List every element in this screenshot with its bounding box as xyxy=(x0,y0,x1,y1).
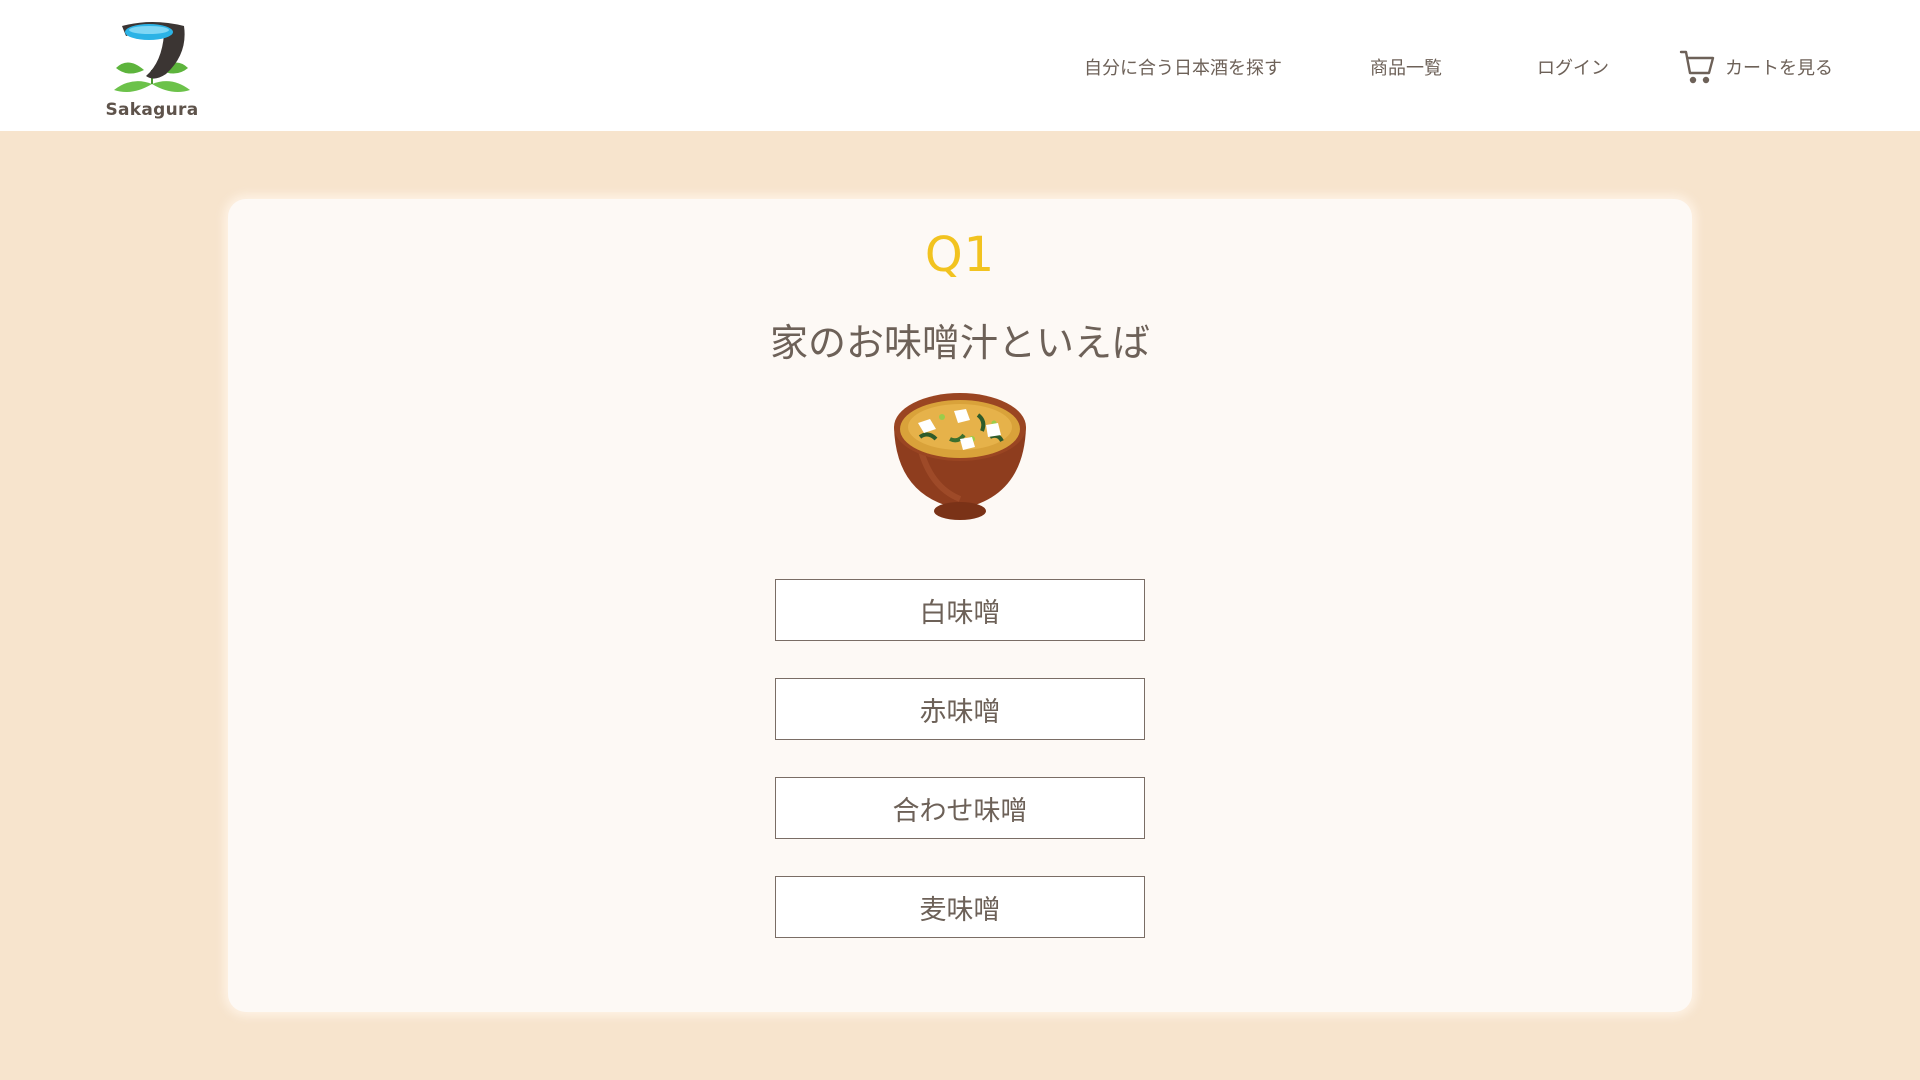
option-shiro-miso-button[interactable]: 白味噌 xyxy=(775,579,1145,641)
question-number: Q1 xyxy=(924,227,996,283)
site-logo[interactable]: Sakagura xyxy=(81,0,223,131)
nav-cart-link[interactable]: カートを見る xyxy=(1679,47,1833,87)
nav-products-link[interactable]: 商品一覧 xyxy=(1370,47,1442,87)
site-header: Sakagura 自分に合う日本酒を探す 商品一覧 ログイン カートを見る xyxy=(0,0,1920,131)
answer-options: 白味噌 赤味噌 合わせ味噌 麦味噌 xyxy=(775,579,1145,975)
nav-login-link[interactable]: ログイン xyxy=(1537,47,1609,87)
option-awase-miso-button[interactable]: 合わせ味噌 xyxy=(775,777,1145,839)
quiz-card: Q1 家のお味噌汁といえば 白味噌 赤味噌 合わせ味噌 麦味噌 xyxy=(228,199,1692,1012)
question-text: 家のお味噌汁といえば xyxy=(769,321,1150,365)
miso-soup-bowl-icon xyxy=(894,393,1026,520)
sake-cup-logo-icon xyxy=(114,22,190,92)
nav-find-sake-link[interactable]: 自分に合う日本酒を探す xyxy=(1084,47,1282,87)
option-mugi-miso-button[interactable]: 麦味噌 xyxy=(775,876,1145,938)
shopping-cart-icon xyxy=(1679,50,1715,84)
option-aka-miso-button[interactable]: 赤味噌 xyxy=(775,678,1145,740)
brand-name: Sakagura xyxy=(105,100,199,120)
nav-cart-label: カートを見る xyxy=(1725,58,1833,79)
